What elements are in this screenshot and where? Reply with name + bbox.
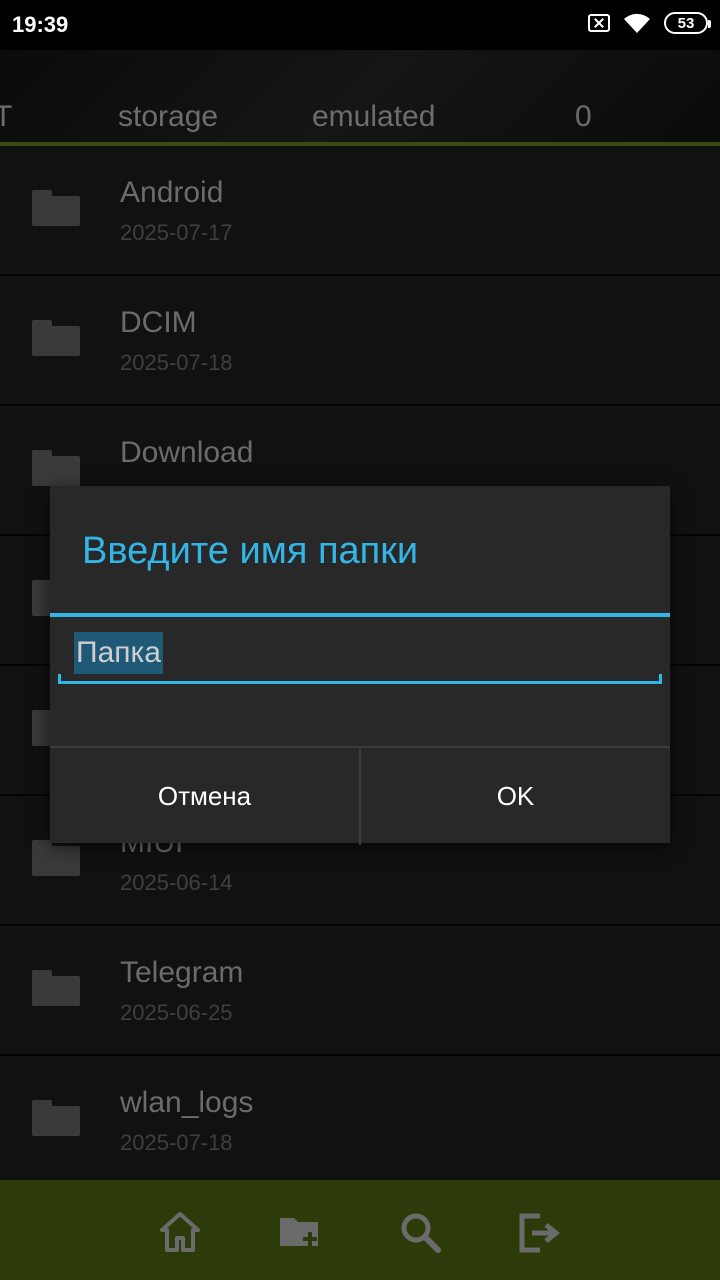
battery-icon: 53 [664, 12, 711, 34]
file-row-dcim[interactable]: DCIM 2025-07-18 [0, 276, 720, 406]
file-name: DCIM [120, 306, 197, 339]
sim-x-icon [588, 14, 610, 32]
file-date: 2025-07-17 [120, 220, 233, 245]
folder-name-value[interactable]: Папка [74, 632, 163, 674]
search-icon[interactable] [398, 1210, 442, 1254]
wifi-icon [624, 13, 650, 33]
path-segment-storage[interactable]: storage [118, 100, 218, 134]
file-name: Android [120, 176, 224, 209]
path-segment-0[interactable]: 0 [575, 100, 592, 134]
cancel-button[interactable]: Отмена [50, 748, 359, 845]
folder-icon [32, 450, 80, 486]
dialog-title: Введите имя папки [82, 530, 419, 572]
file-name: Download [120, 436, 254, 469]
folder-icon [32, 970, 80, 1006]
status-time: 19:39 [12, 12, 69, 37]
home-icon[interactable] [158, 1210, 202, 1254]
exit-icon[interactable] [518, 1210, 562, 1254]
file-date: 2025-06-25 [120, 1000, 233, 1025]
status-bar: 19:39 53 [0, 0, 720, 50]
folder-icon [32, 190, 80, 226]
ok-button[interactable]: OK [359, 748, 670, 845]
file-name: Telegram [120, 956, 244, 989]
dialog-buttons: Отмена OK [50, 746, 670, 845]
path-segment-root[interactable]: T [0, 100, 12, 134]
status-icons: 53 [588, 11, 711, 35]
path-segment-emulated[interactable]: emulated [312, 100, 435, 134]
file-row-wlan-logs[interactable]: wlan_logs 2025-07-18 [0, 1056, 720, 1186]
file-row-android[interactable]: Android 2025-07-17 [0, 146, 720, 276]
create-folder-dialog: Введите имя папки Папка Отмена OK [50, 486, 670, 845]
new-folder-icon[interactable] [278, 1210, 322, 1254]
folder-icon [32, 840, 80, 876]
bottom-toolbar [0, 1180, 720, 1280]
path-breadcrumb: T storage emulated 0 [0, 50, 720, 142]
file-date: 2025-07-18 [120, 1130, 233, 1155]
folder-icon [32, 320, 80, 356]
dialog-title-divider [50, 613, 670, 617]
input-underline [58, 674, 662, 684]
folder-icon [32, 1100, 80, 1136]
battery-level: 53 [677, 14, 695, 32]
file-row-telegram[interactable]: Telegram 2025-06-25 [0, 926, 720, 1056]
file-date: 2025-06-14 [120, 870, 233, 895]
file-date: 2025-07-18 [120, 350, 233, 375]
file-name: wlan_logs [120, 1086, 254, 1119]
folder-name-input[interactable]: Папка [58, 626, 662, 684]
